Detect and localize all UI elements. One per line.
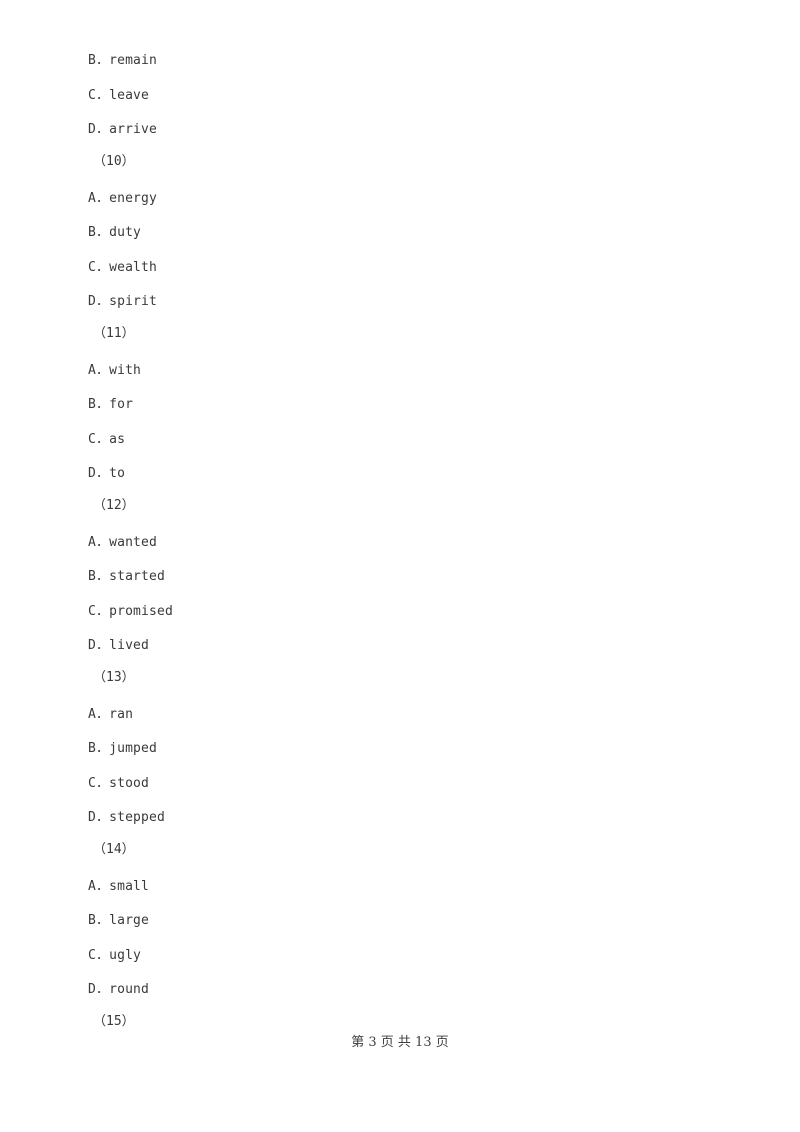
answer-option: B．started <box>88 569 165 584</box>
answer-option: D．to <box>88 466 126 481</box>
question-number: （13） <box>93 670 135 685</box>
answer-option: B．for <box>88 397 134 412</box>
answer-option: A．ran <box>88 707 134 722</box>
answer-option: C．ugly <box>88 948 142 963</box>
answer-option: C．leave <box>88 88 150 103</box>
answer-option: D．arrive <box>88 122 157 137</box>
answer-option: B．duty <box>88 225 142 240</box>
question-number: （10） <box>93 154 135 169</box>
answer-option: B．remain <box>88 53 157 68</box>
answer-option: A．energy <box>88 191 157 206</box>
document-page: B．remain C．leave D．arrive （10） A．energy B．dut… <box>0 0 800 1132</box>
answer-option: B．large <box>88 913 150 928</box>
answer-option: A．with <box>88 363 142 378</box>
page-footer: 第 3 页 共 13 页 <box>351 1035 449 1050</box>
answer-option: D．spirit <box>88 294 157 309</box>
answer-option: D．stepped <box>88 810 165 825</box>
question-number: （11） <box>93 326 135 341</box>
answer-option: C．wealth <box>88 260 157 275</box>
answer-option: B．jumped <box>88 741 157 756</box>
question-number: （14） <box>93 842 135 857</box>
question-number: （15） <box>93 1014 135 1029</box>
answer-option: D．lived <box>88 638 150 653</box>
answer-option: C．as <box>88 432 126 447</box>
question-number: （12） <box>93 498 135 513</box>
answer-option: D．round <box>88 982 150 997</box>
answer-option: C．stood <box>88 776 150 791</box>
answer-option: A．small <box>88 879 150 894</box>
answer-option: C．promised <box>88 604 173 619</box>
answer-option: A．wanted <box>88 535 157 550</box>
